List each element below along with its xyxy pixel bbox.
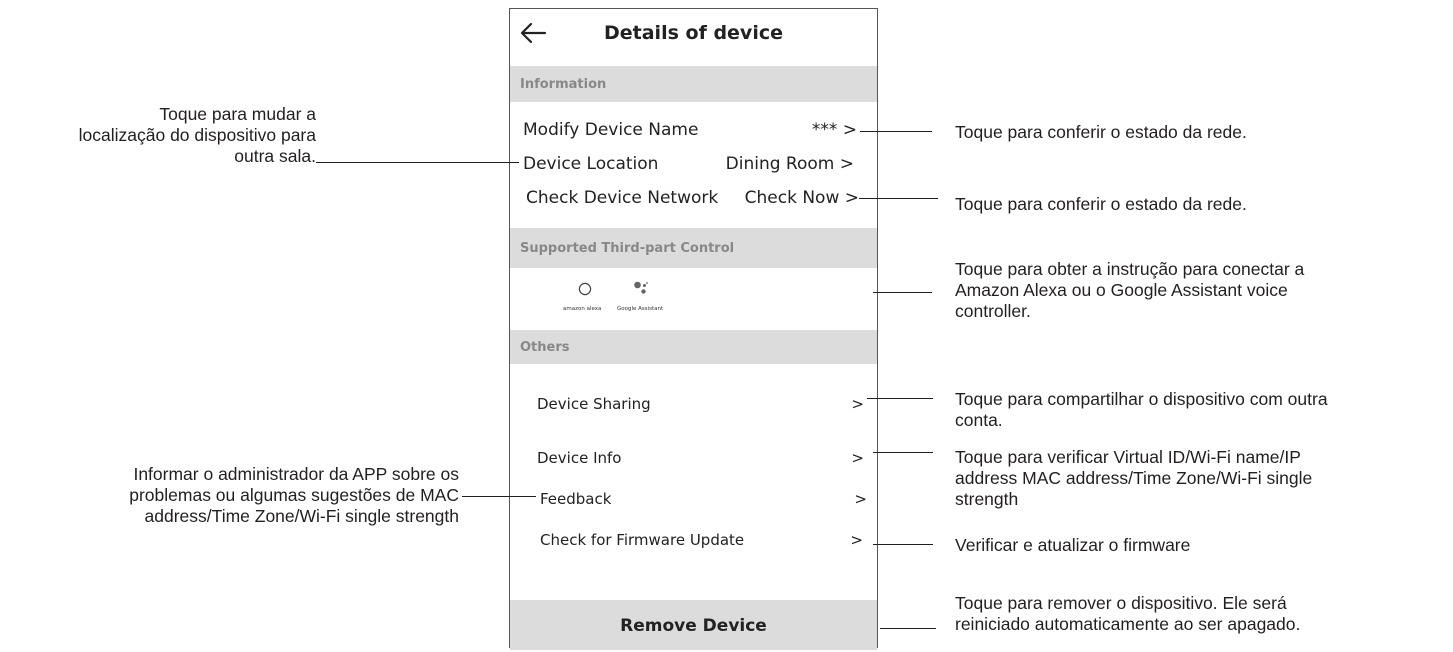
row-label: Modify Device Name [523,120,699,140]
annotation-third-party: Toque para obter a instrução para conect… [955,259,1305,321]
row-label: Device Location [523,154,659,174]
annotation-network: Toque para conferir o estado da rede. [955,194,1247,214]
row-label: Feedback [540,490,612,508]
chevron-right-icon: > [850,531,863,549]
alexa-label: amazon alexa [563,306,602,312]
section-others: Others [510,330,877,364]
alexa-ring-icon [578,282,592,296]
leader-line [316,162,519,163]
leader-line [859,198,938,199]
phone-screen: Details of device Information Modify Dev… [509,8,878,650]
row-label: Device Sharing [537,395,651,413]
annotation-device-info: Toque para verificar Virtual ID/Wi-Fi na… [955,447,1313,509]
google-assistant-icon [634,281,648,294]
chevron-right-icon: > [854,490,867,508]
page-title: Details of device [604,22,783,44]
leader-line [867,398,933,399]
leader-line [860,131,932,132]
row-label: Check Device Network [526,188,719,208]
annotation-feedback: Informar o administrador da APP sobre os… [129,464,459,526]
leader-line [873,292,932,293]
row-value: Dining Room > [725,154,854,174]
row-label: Check for Firmware Update [540,531,745,549]
third-party-logos: amazon alexa Google Assistant [510,270,877,330]
row-label: Device Info [537,449,622,467]
amazon-alexa-button[interactable]: amazon alexa [563,282,607,318]
chevron-right-icon: > [851,449,864,467]
row-value: Check Now > [744,188,859,208]
annotation-remove: Toque para remover o dispositivo. Ele se… [955,593,1301,634]
google-assistant-button[interactable]: Google Assistant [617,280,669,318]
annotation-device-name: Toque para conferir o estado da rede. [955,122,1247,142]
section-third-party: Supported Third-part Control [510,228,877,268]
leader-line [873,452,933,453]
remove-device-button[interactable]: Remove Device [510,600,877,650]
google-assistant-label: Google Assistant [617,306,664,312]
header-bar: Details of device [510,9,877,59]
annotation-location: Toque para mudar a localização do dispos… [78,104,316,166]
section-information: Information [510,66,877,102]
leader-line [462,496,536,497]
row-value: *** > [811,120,857,140]
annotation-firmware: Verificar e atualizar o firmware [955,535,1191,555]
leader-line [880,628,936,629]
annotation-sharing: Toque para compartilhar o dispositivo co… [955,389,1328,430]
leader-line [873,544,933,545]
chevron-right-icon: > [851,395,864,413]
